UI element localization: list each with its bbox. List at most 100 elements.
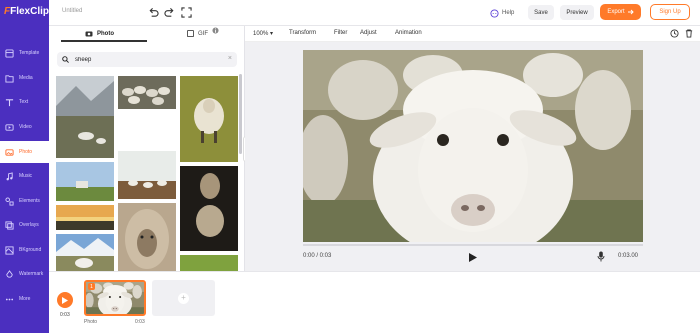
sidebar-item-label: Watermark xyxy=(19,271,44,277)
logo-text: FlexClip xyxy=(10,6,50,17)
sidebar-item-label: Elements xyxy=(19,198,40,204)
redo-icon[interactable] xyxy=(164,7,175,18)
sidebar-item-elements[interactable]: Elements xyxy=(0,190,49,212)
preview-stage: 0:00 / 0:03 0:03.00 xyxy=(245,42,700,271)
help-label: Help xyxy=(502,10,515,16)
sidebar-item-label: Template xyxy=(19,50,40,56)
video-icon xyxy=(5,123,14,131)
help-button[interactable]: Help xyxy=(490,6,514,20)
tab-active-indicator xyxy=(61,40,147,42)
playback-progress-bar[interactable] xyxy=(303,244,643,246)
overlays-icon xyxy=(5,220,14,230)
preview-button[interactable]: Preview xyxy=(560,5,594,20)
photo-thumbnail[interactable] xyxy=(56,234,114,271)
sidebar-item-text[interactable]: Text xyxy=(0,91,49,113)
search-box: × xyxy=(57,52,237,67)
sidebar-item-more[interactable]: More xyxy=(0,288,49,310)
photo-thumbnail[interactable] xyxy=(180,166,238,251)
zoom-select[interactable]: 100% ▾ xyxy=(253,30,273,37)
help-icon xyxy=(490,8,499,18)
photo-thumbnail[interactable] xyxy=(118,203,176,271)
tab-photo[interactable]: Photo xyxy=(85,26,114,41)
sidebar-item-media[interactable]: Media xyxy=(0,67,49,89)
photo-panel: Photo GIF × xyxy=(49,26,245,271)
timeline-time: 0:03 xyxy=(60,312,70,318)
zoom-value: 100% xyxy=(253,31,269,37)
sidebar-item-label: Media xyxy=(19,75,33,81)
text-icon xyxy=(5,98,14,106)
sidebar-item-label: Text xyxy=(19,99,29,105)
animation-button[interactable]: Animation xyxy=(395,30,422,36)
play-icon[interactable] xyxy=(469,253,477,262)
sidebar-item-overlays[interactable]: Overlays xyxy=(0,214,49,236)
play-icon xyxy=(62,296,68,304)
photo-thumbnail[interactable] xyxy=(56,76,114,158)
music-icon xyxy=(6,171,13,180)
save-button[interactable]: Save xyxy=(528,5,554,20)
clip-duration: 0:03 xyxy=(135,319,145,325)
tab-photo-label: Photo xyxy=(97,30,114,37)
photo-thumbnail[interactable] xyxy=(56,162,114,201)
sidebar-item-label: More xyxy=(19,296,31,302)
more-icon xyxy=(5,298,14,300)
photo-thumbnail[interactable] xyxy=(118,151,176,199)
sidebar-item-label: Music xyxy=(19,173,33,179)
total-duration: 0:03.00 xyxy=(618,253,639,259)
document-title[interactable]: Untitled xyxy=(62,8,82,14)
arrow-right-icon xyxy=(627,9,634,15)
trash-icon[interactable] xyxy=(685,29,693,38)
add-scene-button[interactable]: + xyxy=(152,280,215,316)
photo-thumbnail[interactable] xyxy=(118,76,176,109)
sidebar-item-bkground[interactable]: BKground xyxy=(0,239,49,261)
search-input[interactable] xyxy=(75,56,220,63)
undo-icon[interactable] xyxy=(148,7,159,18)
fullscreen-icon[interactable] xyxy=(181,7,192,18)
photo-thumbnail[interactable] xyxy=(56,205,114,230)
tab-gif-label: GIF xyxy=(198,30,208,37)
export-button[interactable]: Export xyxy=(600,4,641,20)
timeline: 0:03 1 Photo 0:03 + xyxy=(49,271,700,333)
adjust-button[interactable]: Adjust xyxy=(360,30,377,36)
sidebar-item-label: Photo xyxy=(19,149,33,155)
clear-search-icon[interactable]: × xyxy=(228,55,232,62)
photo-thumbnail[interactable] xyxy=(180,255,238,271)
plus-icon: + xyxy=(178,292,189,304)
microphone-icon[interactable] xyxy=(597,251,605,262)
timeline-clip[interactable]: 1 xyxy=(84,280,146,316)
sidebar-item-watermark[interactable]: Watermark xyxy=(0,263,49,285)
photo-icon xyxy=(5,148,14,156)
signup-button[interactable]: Sign Up xyxy=(650,4,690,20)
sidebar-item-video[interactable]: Video xyxy=(0,116,49,138)
template-icon xyxy=(5,48,14,58)
scrollbar[interactable] xyxy=(239,74,242,154)
info-icon[interactable] xyxy=(212,27,219,34)
background-icon xyxy=(5,245,14,255)
canvas-toolbar: 100% ▾ Transform Filter Adjust Animation xyxy=(245,26,700,42)
sidebar-item-label: BKground xyxy=(19,247,42,253)
filter-button[interactable]: Filter xyxy=(334,30,347,36)
elements-icon xyxy=(5,196,14,206)
sidebar-item-photo[interactable]: Photo xyxy=(0,141,49,163)
tab-gif[interactable]: GIF xyxy=(187,26,219,41)
sidebar-item-label: Overlays xyxy=(19,222,39,228)
watermark-icon xyxy=(6,269,13,278)
flexclip-logo[interactable]: FFlexClip xyxy=(4,6,50,20)
clip-type-label: Photo xyxy=(84,319,98,325)
gif-icon xyxy=(187,30,194,37)
transform-button[interactable]: Transform xyxy=(289,30,316,36)
sidebar-item-music[interactable]: Music xyxy=(0,165,49,187)
top-bar: Untitled Help Save Preview Export Sign U… xyxy=(49,0,700,26)
clip-number-badge: 1 xyxy=(88,283,95,290)
duration-clock-icon[interactable] xyxy=(670,29,679,38)
current-time: 0:00 / 0:03 xyxy=(303,253,332,259)
sidebar-item-template[interactable]: Template xyxy=(0,42,49,64)
sidebar: FFlexClip Template Media Text Video Phot… xyxy=(0,0,49,333)
video-preview[interactable] xyxy=(303,50,643,242)
timeline-play-button[interactable] xyxy=(57,292,73,308)
sidebar-item-label: Video xyxy=(19,124,32,130)
media-icon xyxy=(5,74,14,83)
camera-icon xyxy=(85,31,93,37)
export-label: Export xyxy=(607,9,625,15)
photo-thumbnail[interactable] xyxy=(180,76,238,162)
chevron-down-icon: ▾ xyxy=(270,31,274,37)
